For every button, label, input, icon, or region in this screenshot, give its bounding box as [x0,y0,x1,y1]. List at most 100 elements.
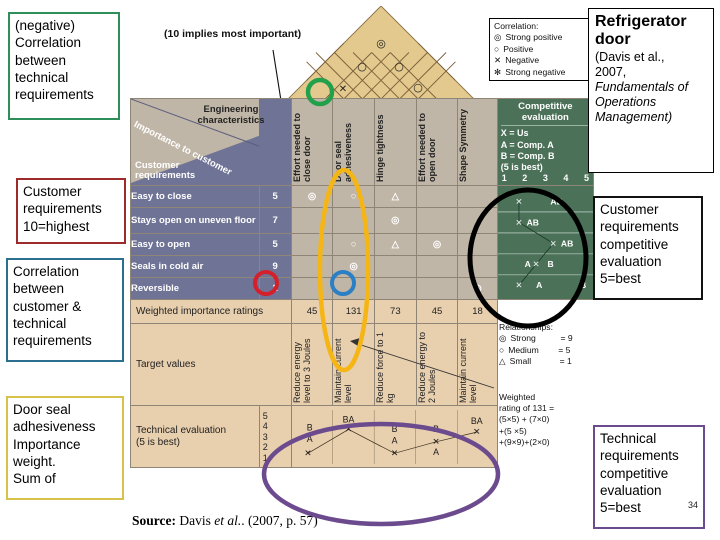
svg-text:AB: AB [550,196,562,206]
rel-3-1: ◎ [332,255,375,279]
tech-req-header-2: Hinge tightness [373,97,417,187]
target-value-2: Reduce force to 1 kg [373,323,417,407]
negative-icon: ✕ [494,55,502,66]
weighted-value-3: 45 [415,299,459,325]
svg-text:B: B [580,280,586,290]
cust-req-name-2: Easy to open [130,233,260,257]
technical-evaluation-chart: ✕ ✕ ✕ ✕ ✕ BA BA BA BA BA [290,405,498,469]
target-value-3: Reduce energy to 2 Joules [415,323,459,407]
svg-text:✕: ✕ [532,260,539,270]
rel-4-2 [373,277,417,301]
rel-legend-label-2: Small [509,356,532,367]
competitive-evaluation-header: Competitive evaluation X = Us A = Comp. … [496,97,595,187]
svg-text:✕: ✕ [339,84,347,95]
callout-customer-competitive-evaluation[interactable]: Customer requirements competitive evalua… [593,196,703,300]
cust-req-name-4: Reversible [130,277,260,301]
svg-text:✕: ✕ [515,218,522,228]
rel-2-1: ○ [332,233,375,257]
svg-text:A: A [524,259,530,269]
svg-text:✕: ✕ [390,448,397,458]
rel-legend-value-2: = 1 [559,356,572,367]
svg-text:B: B [306,422,312,432]
target-value-1: Maintain current level [332,323,375,407]
rel-3-0 [290,255,334,279]
citation-line-4: Operations [595,95,657,110]
callout-correlation-customer-technical[interactable]: Correlation between customer & technical… [6,258,124,362]
rel-3-2 [373,255,417,279]
cust-req-importance-2: 5 [258,233,292,257]
house-of-quality-figure: (10 implies most important) ◎ ○ ○ ○ ✕ En… [130,2,600,532]
relationships-legend: Relationships: ◎ Strong = 9 ○ Medium = 5 △ Sm… [499,322,604,368]
weighted-note-4: +(5 ×5) [499,425,527,436]
rel-1-3 [415,207,459,235]
citation-line-2: 2007, [595,65,627,80]
rel-1-2: ◎ [373,207,417,235]
page-title: Refrigerator door [595,13,687,48]
source-citation: Source: Davis et al.. (2007, p. 57) [132,513,318,529]
svg-text:AB: AB [561,238,573,248]
svg-text:○: ○ [357,60,367,73]
title-box: Refrigerator door (Davis et al., 2007, F… [588,8,714,173]
callout-door-seal-importance[interactable]: Door seal adhesiveness Importance weight… [6,396,124,500]
weighted-importance-row: Weighted importance ratings 45 131 73 45… [130,299,594,325]
correlation-roof: ◎ ○ ○ ○ ✕ [288,6,474,99]
svg-text:✕: ✕ [515,197,522,207]
svg-text:✕: ✕ [549,239,556,249]
rel-4-3 [415,277,459,301]
rel-1-4 [457,207,498,235]
engineering-characteristics-label: Engineering characteristics [197,104,265,127]
customer-competitive-chart: ✕ ✕ ✕ ✕ ✕ AB AB AB A BAB [496,185,595,301]
correlation-legend-title: Correlation: [494,21,539,31]
rel-legend-label-0: Strong [510,333,536,344]
correlation-legend: Correlation: ◎ Strong positive ○ Positive … [489,18,595,82]
callout-technical-competitive-evaluation[interactable]: Technical requirements competitive evalu… [593,425,705,529]
svg-text:BA: BA [470,416,482,426]
svg-text:✕: ✕ [515,281,522,291]
tech-req-header-4: Shape Symmetry [457,97,498,187]
rel-3-4 [457,255,498,279]
weighted-value-1: 131 [332,299,375,325]
comp-key-2: A = Comp. A [500,139,554,150]
rel-1-1 [332,207,375,235]
rel-legend-value-1: = 5 [558,344,571,355]
callout-negative-correlation[interactable]: (negative) Correlation between technical… [8,12,120,120]
rel-0-3 [415,185,459,209]
strong-negative-icon: ✻ [494,66,502,77]
svg-text:BA: BA [342,414,354,424]
weighted-note-5: +(9×9)+(2×0) [499,436,550,447]
source-etal: et al. [214,513,242,528]
customer-requirements-header: Customer requirements [135,159,196,182]
rel-legend-label-1: Medium [508,344,539,355]
small-icon: △ [499,356,506,367]
rel-0-0: ◎ [290,185,334,209]
svg-text:A: A [391,435,397,445]
comp-scale-3: 3 [542,173,548,184]
rel-0-1: ○ [332,185,375,209]
tech-req-header-0: Effort needed to close door [290,97,334,187]
rel-0-2: △ [373,185,417,209]
rel-4-4: ◎ [457,277,498,301]
callout-customer-requirements[interactable]: Customer requirements 10=highest [16,178,126,244]
tech-scale-5: 5 [262,410,268,421]
cust-req-name-0: Easy to close [130,185,260,209]
rel-0-4 [457,185,498,209]
target-values-label: Target values [130,323,292,407]
rel-4-1 [332,277,375,301]
source-author: Davis [179,513,211,528]
cust-req-importance-4: 2 [258,277,292,301]
svg-text:A: A [536,280,542,290]
correlation-legend-label-2: Negative [505,55,540,66]
correlation-legend-label-0: Strong positive [505,32,563,43]
rel-legend-value-0: = 9 [560,333,573,344]
source-ref: . (2007, p. 57) [241,513,318,528]
weighted-note-2: rating of 131 = [499,403,555,414]
rel-2-0 [290,233,334,257]
cust-req-name-3: Seals in cold air [130,255,260,279]
svg-text:B: B [433,424,439,434]
target-value-0: Reduce energy level to 3 Joules [290,323,334,407]
comp-scale-4: 4 [563,173,569,184]
svg-text:A: A [433,447,439,457]
strong-positive-icon: ◎ [494,32,502,43]
page-number: 34 [688,500,699,510]
tech-req-header-1: Door seal adhesiveness [332,97,375,187]
